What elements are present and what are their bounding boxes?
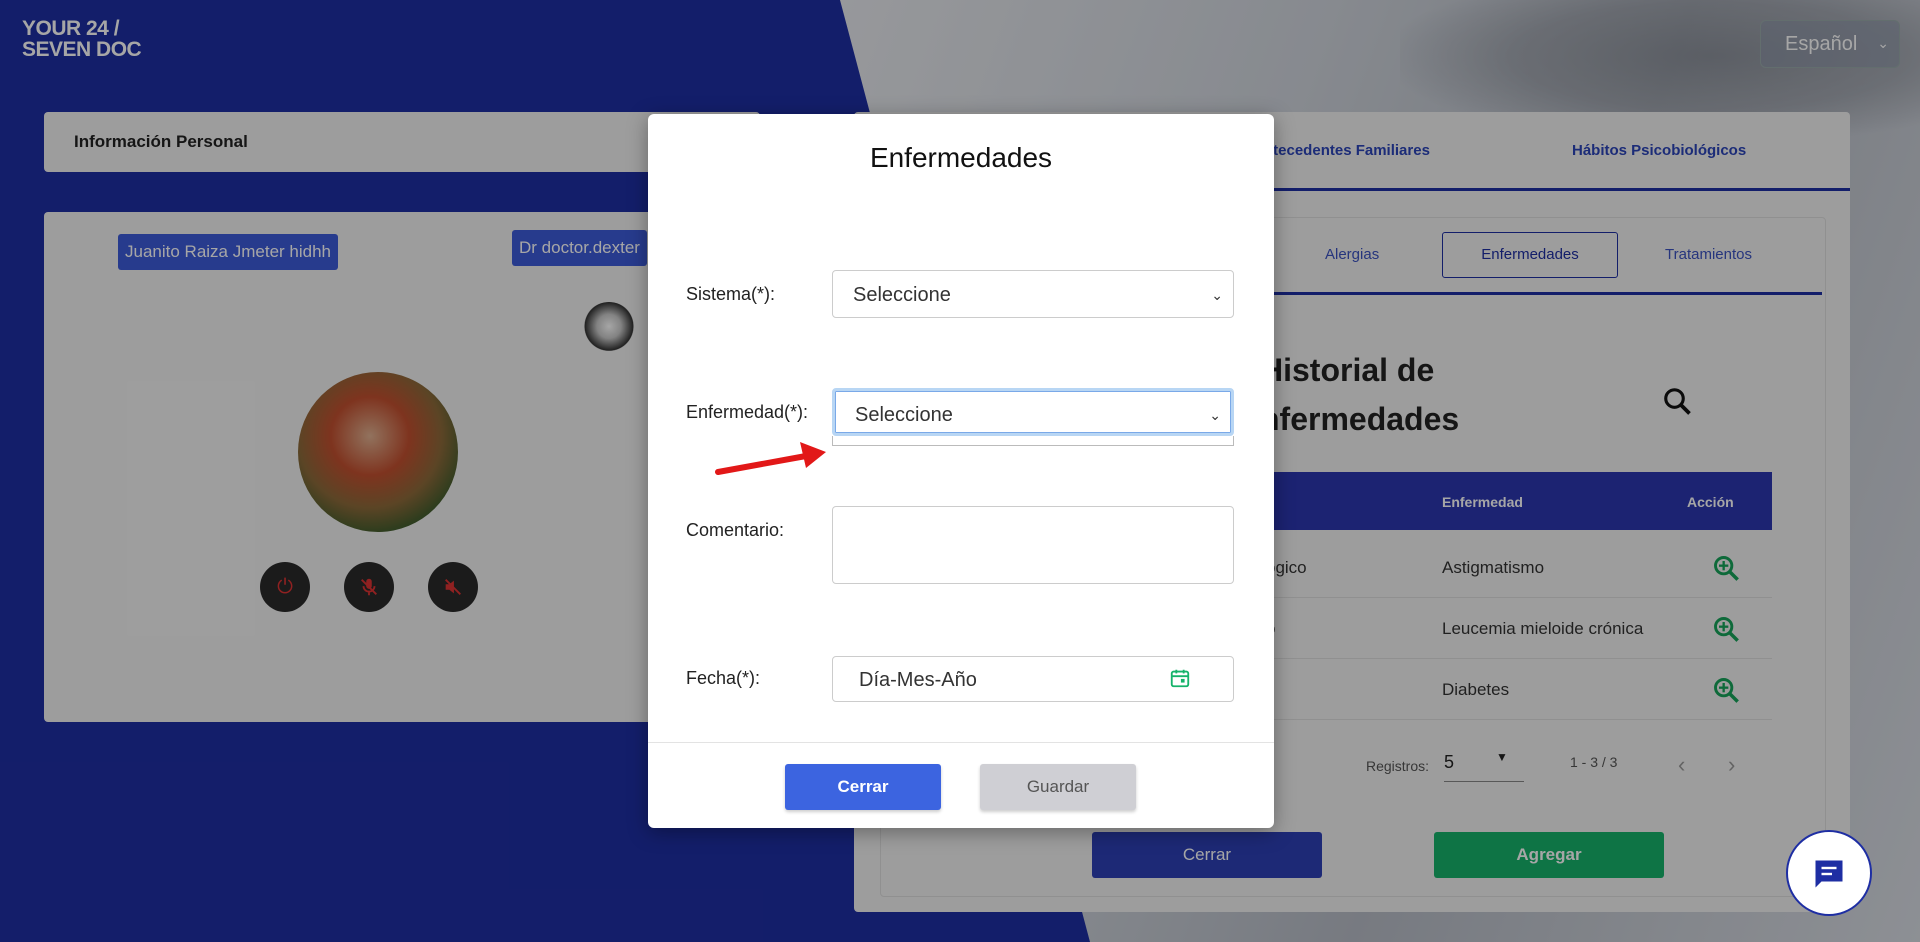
enfermedad-value: Seleccione [855,404,953,426]
red-arrow-annotation [715,442,826,475]
save-button[interactable]: Guardar [980,764,1136,810]
close-button[interactable]: Cerrar [785,764,941,810]
chevron-down-icon: ⌄ [1211,287,1223,303]
modal-divider [648,742,1274,743]
sistema-value: Seleccione [853,284,951,306]
fecha-placeholder: Día-Mes-Año [859,669,977,691]
enfermedad-select[interactable]: Seleccione ⌄ [832,388,1234,436]
chevron-down-icon: ⌄ [1209,407,1221,423]
comentario-label: Comentario: [686,520,785,540]
sistema-select[interactable]: Seleccione ⌄ [832,270,1234,318]
fecha-input[interactable]: Día-Mes-Año [832,656,1234,702]
modal-title: Enfermedades [869,142,1053,173]
enfermedad-dropdown-list[interactable] [832,436,1234,446]
calendar-icon[interactable] [1169,667,1191,689]
enfermedad-label: Enfermedad(*): [686,402,809,422]
chat-icon [1815,860,1843,888]
chat-button[interactable] [1786,830,1872,916]
comentario-textarea[interactable] [832,506,1234,584]
fecha-label: Fecha(*): [686,668,761,688]
sistema-label: Sistema(*): [686,284,776,304]
